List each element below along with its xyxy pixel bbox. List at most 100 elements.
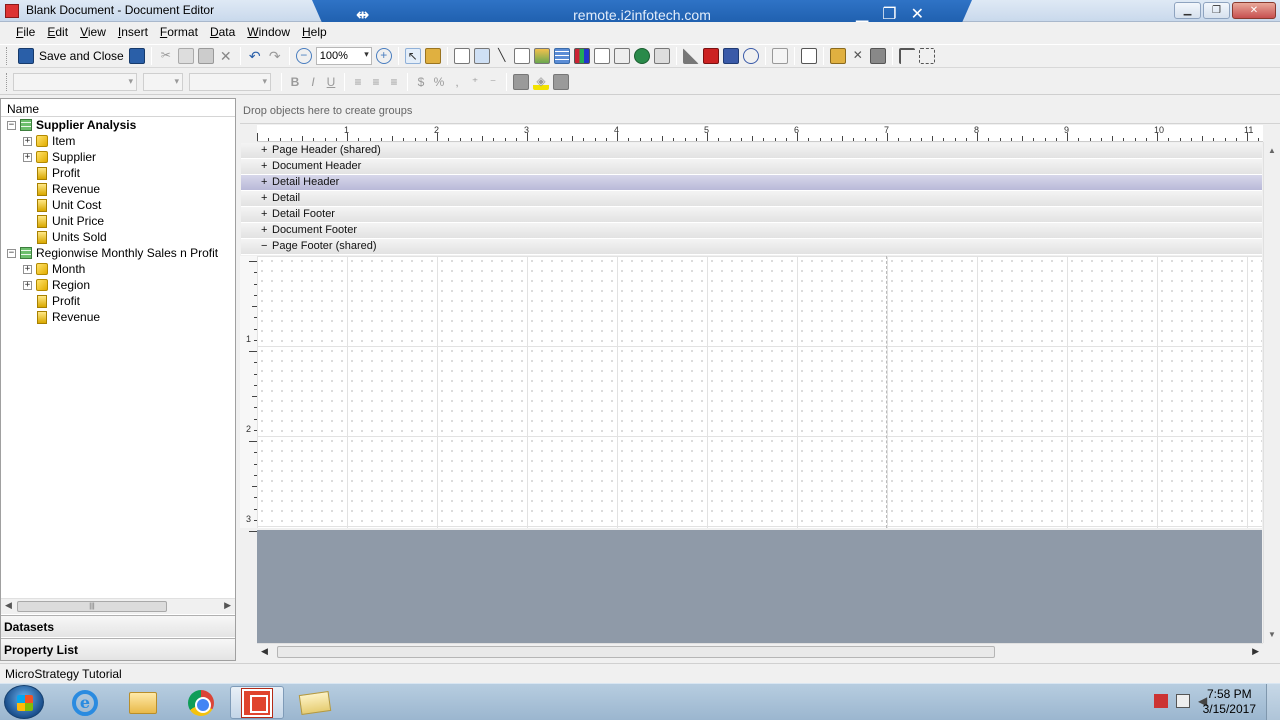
page-footer-canvas[interactable] — [257, 256, 1262, 528]
section-toggle-icon[interactable]: − — [261, 240, 267, 252]
document-vertical-scrollbar[interactable]: ▲ ▼ — [1263, 142, 1280, 643]
section-toggle-icon[interactable]: + — [261, 160, 267, 172]
show-desktop-button[interactable] — [1266, 684, 1280, 720]
export-icon[interactable] — [722, 48, 739, 64]
menu-item[interactable]: Window — [241, 22, 296, 42]
menu-item[interactable]: Help — [296, 22, 333, 42]
action-center-flag-icon[interactable] — [1154, 694, 1168, 708]
remote-minimize-icon[interactable]: ▁ — [856, 4, 868, 24]
metric-node[interactable]: Unit Price — [1, 213, 235, 229]
datasets-section-header[interactable]: Datasets — [1, 615, 235, 637]
menu-item[interactable]: Format — [154, 22, 204, 42]
section-band[interactable]: + Detail Header — [241, 175, 1262, 191]
expand-icon[interactable]: + — [23, 136, 32, 146]
increase-decimal-icon[interactable]: ⁺ — [466, 73, 484, 91]
property-list-section-header[interactable]: Property List — [1, 638, 235, 660]
section-band[interactable]: + Document Footer — [241, 223, 1262, 239]
html-container-icon[interactable] — [533, 48, 550, 64]
attribute-node[interactable]: + Region — [1, 277, 235, 293]
metric-node[interactable]: Unit Cost — [1, 197, 235, 213]
tools-icon[interactable]: ✕ — [850, 48, 866, 64]
percent-button[interactable]: % — [430, 73, 448, 91]
menu-item[interactable]: File — [10, 22, 41, 42]
attribute-node[interactable]: + Month — [1, 261, 235, 277]
bold-button[interactable]: B — [286, 73, 304, 91]
scroll-thumb[interactable]: ||| — [17, 601, 167, 612]
copy-icon[interactable] — [177, 48, 194, 64]
flash-icon[interactable] — [742, 48, 759, 64]
align-left-icon[interactable]: ≡ — [349, 73, 367, 91]
align-icon[interactable] — [898, 48, 915, 64]
text-field-icon[interactable] — [453, 48, 470, 64]
metric-node[interactable]: Profit — [1, 165, 235, 181]
taskbar-microstrategy[interactable] — [230, 686, 284, 719]
close-button[interactable]: ✕ — [1232, 2, 1276, 19]
dataset-node[interactable]: − Regionwise Monthly Sales n Profit — [1, 245, 235, 261]
group-drop-zone[interactable]: Drop objects here to create groups — [240, 98, 1280, 124]
panel-horizontal-scrollbar[interactable]: ◀ ||| ▶ — [1, 598, 235, 614]
taskbar-file-explorer[interactable] — [116, 686, 170, 719]
section-toggle-icon[interactable]: + — [261, 208, 267, 220]
save-icon[interactable] — [128, 48, 145, 64]
rectangle-icon[interactable] — [513, 48, 530, 64]
metric-node[interactable]: Revenue — [1, 181, 235, 197]
prompt-icon[interactable] — [771, 48, 788, 64]
section-band[interactable]: + Page Header (shared) — [241, 143, 1262, 159]
expand-icon[interactable]: + — [23, 152, 32, 162]
collapse-icon[interactable]: − — [7, 120, 16, 130]
borders-icon[interactable] — [513, 73, 529, 90]
collapse-icon[interactable]: − — [7, 248, 16, 258]
remote-close-icon[interactable]: ✕ — [911, 4, 924, 24]
zoom-select[interactable]: 100% — [315, 47, 372, 65]
grouping-icon[interactable] — [800, 48, 817, 64]
menu-item[interactable]: View — [74, 22, 112, 42]
italic-button[interactable]: I — [304, 73, 322, 91]
taskbar-chrome[interactable] — [174, 686, 228, 719]
metric-node[interactable]: Profit — [1, 293, 235, 309]
section-toggle-icon[interactable]: + — [261, 176, 267, 188]
menu-item[interactable]: Edit — [41, 22, 74, 42]
taskbar-app[interactable] — [288, 686, 342, 719]
section-toggle-icon[interactable]: + — [261, 224, 267, 236]
remote-restore-icon[interactable]: ❐ — [882, 4, 896, 24]
panel-stack-icon[interactable] — [593, 48, 610, 64]
cut-icon[interactable]: ✂ — [158, 48, 174, 64]
zoom-out-icon[interactable]: − — [295, 48, 312, 64]
grid-icon[interactable] — [553, 48, 570, 64]
expand-icon[interactable]: + — [23, 280, 32, 290]
scroll-up-icon[interactable]: ▲ — [1268, 146, 1276, 155]
menu-item[interactable]: Insert — [112, 22, 154, 42]
attribute-node[interactable]: + Item — [1, 133, 235, 149]
section-band[interactable]: − Page Footer (shared) — [241, 239, 1262, 255]
scroll-left-icon[interactable]: ◀ — [5, 600, 12, 611]
document-horizontal-scrollbar[interactable]: ◀ ▶ — [257, 643, 1263, 660]
network-icon[interactable] — [1176, 694, 1190, 708]
delete-icon[interactable]: ✕ — [218, 48, 234, 64]
scroll-left-icon[interactable]: ◀ — [261, 646, 268, 657]
align-center-icon[interactable]: ≡ — [367, 73, 385, 91]
redo-icon[interactable]: ↷ — [267, 48, 283, 64]
snap-to-grid-icon[interactable] — [918, 48, 935, 64]
system-clock[interactable]: 7:58 PM 3/15/2017 — [1203, 687, 1256, 717]
taskbar-internet-explorer[interactable]: e — [58, 686, 112, 719]
menu-item[interactable]: Data — [204, 22, 241, 42]
paste-icon[interactable] — [197, 48, 214, 64]
fill-color-icon[interactable]: ◈ — [533, 73, 549, 90]
attribute-node[interactable]: + Supplier — [1, 149, 235, 165]
section-band[interactable]: + Detail — [241, 191, 1262, 207]
font-color-icon[interactable] — [553, 73, 569, 90]
image-icon[interactable] — [473, 48, 490, 64]
stop-icon[interactable] — [869, 48, 886, 64]
font-name-select[interactable] — [13, 72, 137, 91]
layout-icon[interactable] — [653, 48, 670, 64]
scroll-thumb[interactable] — [277, 646, 995, 658]
save-and-close-button[interactable]: Save and Close — [13, 46, 127, 66]
undo-icon[interactable]: ↶ — [247, 48, 263, 64]
align-right-icon[interactable]: ≡ — [385, 73, 403, 91]
section-band[interactable]: + Document Header — [241, 159, 1262, 175]
lock-icon[interactable] — [424, 48, 441, 64]
maximize-button[interactable]: ❐ — [1203, 2, 1230, 19]
zoom-in-icon[interactable]: + — [375, 48, 392, 64]
style-select[interactable] — [189, 72, 271, 91]
decrease-decimal-icon[interactable]: ⁻ — [484, 73, 502, 91]
